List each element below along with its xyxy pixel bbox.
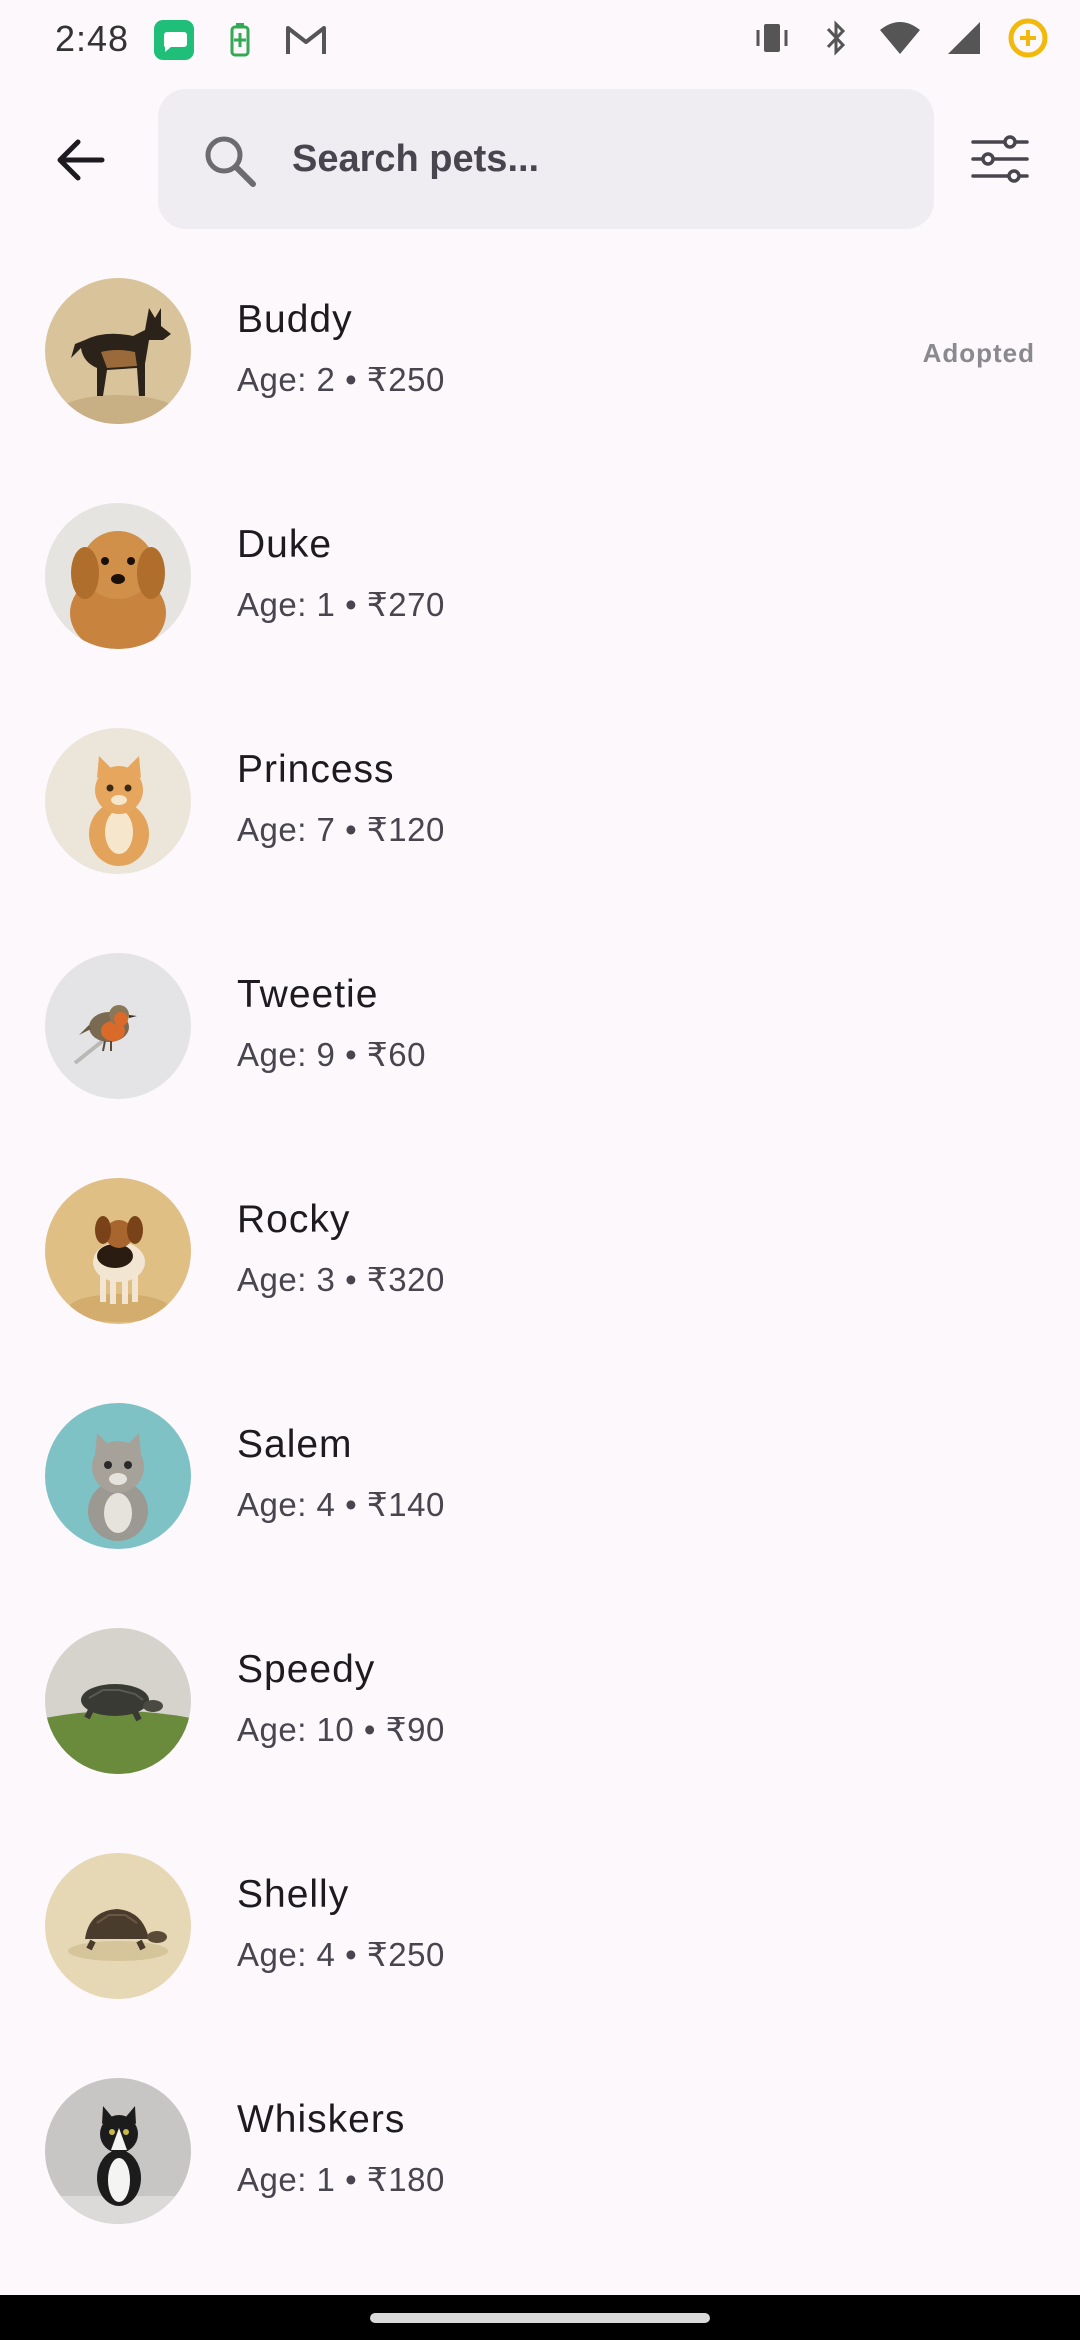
pet-name: Speedy	[237, 1648, 376, 1691]
pet-details: Age: 3 • ₹320	[237, 1261, 445, 1298]
pet-details: Age: 4 • ₹140	[237, 1486, 445, 1523]
pet-avatar	[45, 503, 191, 649]
battery-saver-icon	[218, 18, 262, 62]
pet-details: Age: 1 • ₹180	[237, 2161, 445, 2198]
status-right-icons	[750, 16, 1050, 60]
pet-avatar	[45, 1403, 191, 1549]
pet-list-item[interactable]: Salem Age: 4 • ₹140	[0, 1393, 1080, 1618]
pet-avatar	[45, 953, 191, 1099]
pet-avatar	[45, 1853, 191, 1999]
pet-avatar	[45, 2078, 191, 2224]
pet-details: Age: 2 • ₹250	[237, 361, 445, 398]
pet-avatar	[45, 728, 191, 874]
pet-name: Rocky	[237, 1198, 351, 1241]
pet-details: Age: 9 • ₹60	[237, 1036, 426, 1073]
pet-details: Age: 1 • ₹270	[237, 586, 445, 623]
pet-list-item[interactable]: Speedy Age: 10 • ₹90	[0, 1618, 1080, 1843]
bluetooth-icon	[814, 16, 858, 60]
pet-list: Buddy Age: 2 • ₹250 Adopted Duke Age: 1 …	[0, 268, 1080, 2293]
pet-avatar	[45, 1628, 191, 1774]
status-left-icons	[152, 18, 328, 62]
arrow-back-icon	[57, 139, 105, 181]
orange-kitten-icon	[45, 728, 191, 874]
turtle-icon	[45, 1628, 191, 1774]
pet-name: Salem	[237, 1423, 353, 1466]
pet-details: Age: 10 • ₹90	[237, 1711, 445, 1748]
search-input[interactable]	[292, 89, 902, 229]
home-gesture-handle[interactable]	[370, 2313, 710, 2323]
pet-list-item[interactable]: Whiskers Age: 1 • ₹180	[0, 2068, 1080, 2293]
filter-button[interactable]	[962, 126, 1038, 192]
pet-name: Tweetie	[237, 973, 379, 1016]
pet-list-item[interactable]: Shelly Age: 4 • ₹250	[0, 1843, 1080, 2068]
tuxedo-cat-icon	[45, 2078, 191, 2224]
german-shepherd-icon	[45, 278, 191, 424]
pet-details: Age: 7 • ₹120	[237, 811, 445, 848]
status-bar: 2:48	[0, 0, 1080, 80]
robin-icon	[45, 953, 191, 1099]
beagle-icon	[45, 1178, 191, 1324]
pet-avatar	[45, 1178, 191, 1324]
gray-kitten-icon	[45, 1403, 191, 1549]
search-icon	[205, 136, 256, 187]
gmail-icon	[284, 18, 328, 62]
back-button[interactable]	[40, 120, 120, 200]
vibrate-icon	[750, 16, 794, 60]
search-bar[interactable]	[158, 89, 934, 229]
status-time: 2:48	[55, 18, 130, 59]
pet-name: Buddy	[237, 298, 353, 341]
tune-icon	[971, 135, 1029, 183]
pet-name: Whiskers	[237, 2098, 406, 2141]
pet-name: Princess	[237, 748, 395, 791]
wifi-icon	[878, 16, 922, 60]
tortoise-icon	[45, 1853, 191, 1999]
navigation-bar	[0, 2295, 1080, 2340]
signal-icon	[942, 16, 986, 60]
status-badge: Adopted	[922, 338, 1035, 368]
pet-name: Shelly	[237, 1873, 350, 1916]
golden-retriever-icon	[45, 503, 191, 649]
message-app-icon	[152, 18, 196, 62]
pet-list-item[interactable]: Tweetie Age: 9 • ₹60	[0, 943, 1080, 1168]
pet-avatar	[45, 278, 191, 424]
pet-details: Age: 4 • ₹250	[237, 1936, 445, 1973]
data-saver-icon	[1006, 16, 1050, 60]
pet-name: Duke	[237, 523, 333, 566]
pet-list-item[interactable]: Princess Age: 7 • ₹120	[0, 718, 1080, 943]
pet-list-item[interactable]: Duke Age: 1 • ₹270	[0, 493, 1080, 718]
pet-list-item[interactable]: Buddy Age: 2 • ₹250 Adopted	[0, 268, 1080, 493]
pet-list-item[interactable]: Rocky Age: 3 • ₹320	[0, 1168, 1080, 1393]
